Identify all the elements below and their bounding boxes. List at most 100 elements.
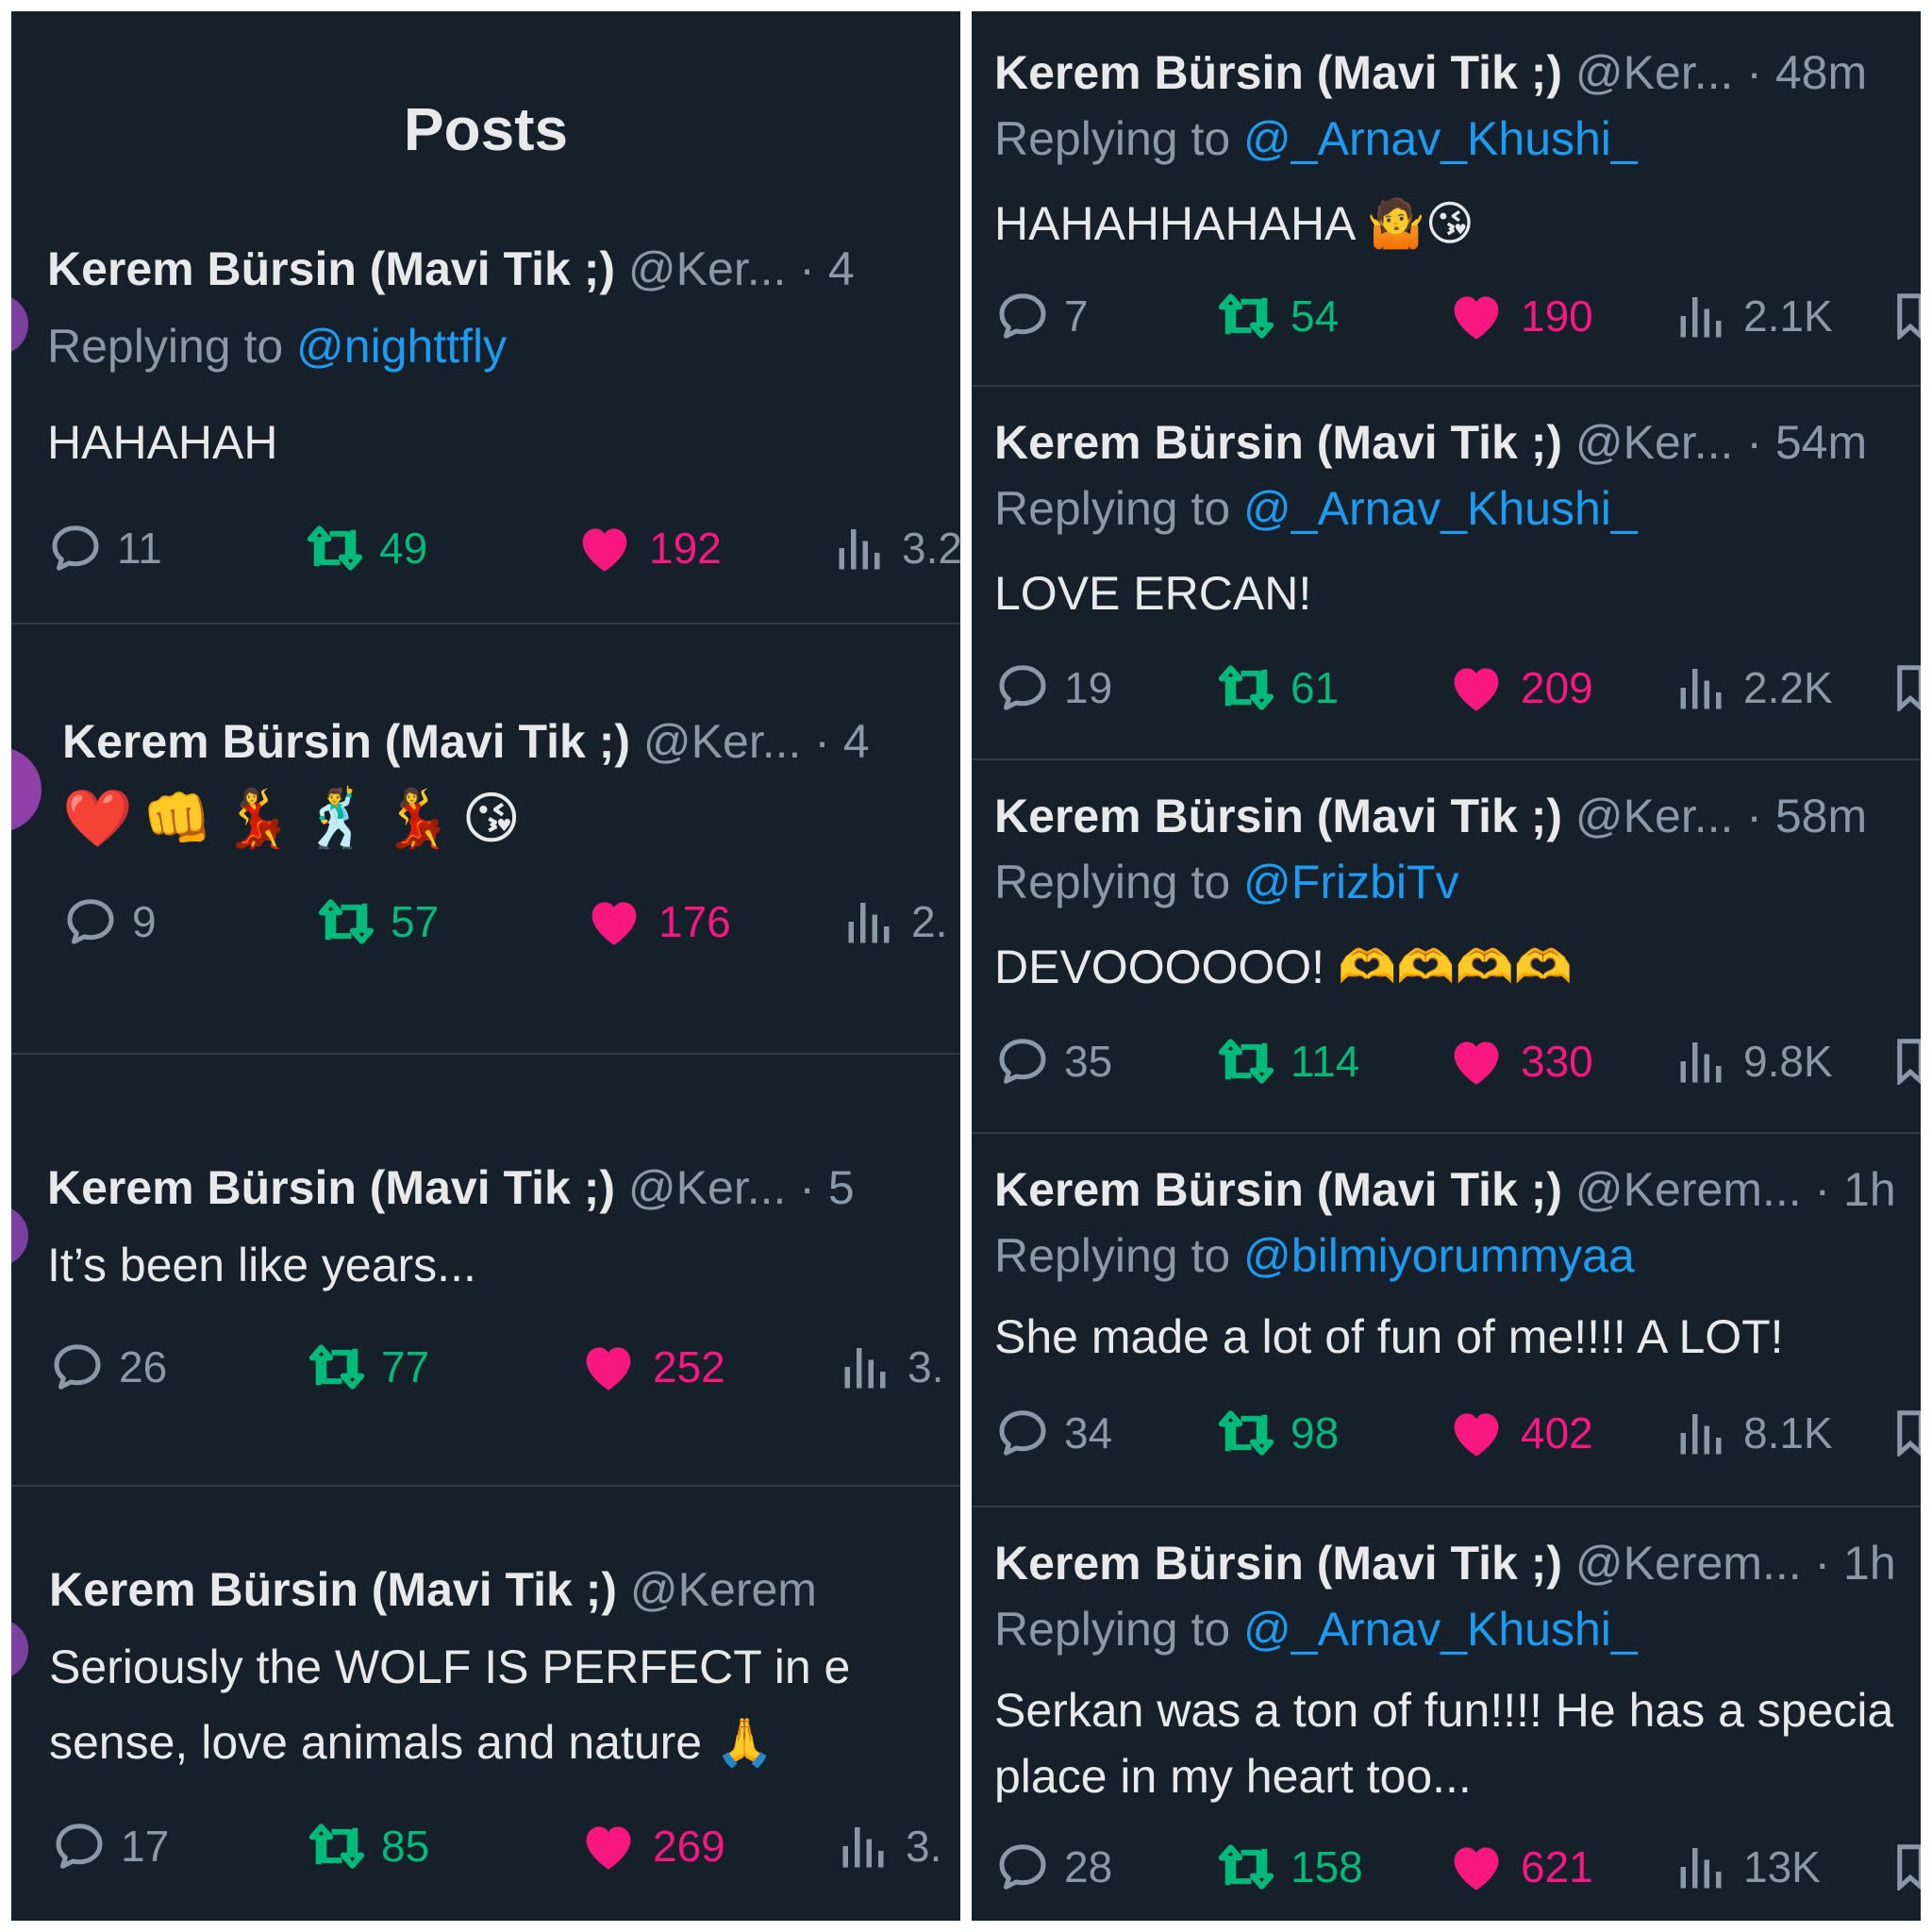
avatar[interactable] <box>11 1206 28 1266</box>
post-header: Kerem Bürsin (Mavi Tik ;) @Ker... · 5 <box>47 1160 855 1215</box>
author-name[interactable]: Kerem Bürsin (Mavi Tik ;) <box>47 242 615 295</box>
views-button[interactable]: 3.2 <box>832 515 960 581</box>
post[interactable]: Kerem Bürsin (Mavi Tik ;) @Ker... · 5 It… <box>11 1055 960 1485</box>
reply-button[interactable]: 19 <box>994 655 1112 721</box>
reply-button[interactable]: 28 <box>994 1834 1112 1900</box>
author-name[interactable]: Kerem Bürsin (Mavi Tik ;) <box>994 1163 1562 1216</box>
replying-to: Replying to @_Arnav_Khushi_ <box>994 111 1638 166</box>
like-icon <box>1445 657 1507 719</box>
post[interactable]: Kerem Bürsin (Mavi Tik ;) @Kerem... · 1h… <box>972 1507 1921 1921</box>
like-count: 176 <box>658 897 731 946</box>
author-name[interactable]: Kerem Bürsin (Mavi Tik ;) <box>994 1537 1562 1590</box>
author-name[interactable]: Kerem Bürsin (Mavi Tik ;) <box>994 416 1562 469</box>
author-name[interactable]: Kerem Bürsin (Mavi Tik ;) <box>49 1563 617 1616</box>
retweet-button[interactable]: 98 <box>1215 1400 1339 1466</box>
views-count: 8.1K <box>1743 1408 1833 1457</box>
views-button[interactable]: 13K <box>1674 1834 1821 1900</box>
retweet-count: 61 <box>1291 663 1340 712</box>
mention-link[interactable]: @_Arnav_Khushi_ <box>1243 482 1638 535</box>
post[interactable]: Kerem Bürsin (Mavi Tik ;) @Ker... · 4 ❤️… <box>11 625 960 1058</box>
retweet-button[interactable]: 158 <box>1215 1834 1363 1900</box>
author-name[interactable]: Kerem Bürsin (Mavi Tik ;) <box>994 46 1562 99</box>
retweet-button[interactable]: 77 <box>306 1334 429 1400</box>
like-icon <box>1445 1836 1507 1898</box>
views-button[interactable]: 2. <box>841 889 947 955</box>
mention-link[interactable]: @_Arnav_Khushi_ <box>1243 112 1638 165</box>
post[interactable]: Kerem Bürsin (Mavi Tik ;) @Kerem Serious… <box>11 1487 960 1921</box>
retweet-button[interactable]: 49 <box>304 515 427 581</box>
retweet-button[interactable]: 61 <box>1215 655 1339 721</box>
retweet-button[interactable]: 114 <box>1215 1028 1359 1094</box>
replying-label: Replying to <box>994 112 1244 165</box>
mention-link[interactable]: @bilmiyorummyaa <box>1243 1229 1635 1282</box>
views-button[interactable]: 2.2K <box>1674 655 1833 721</box>
reply-button[interactable]: 17 <box>51 1813 169 1879</box>
retweet-button[interactable]: 54 <box>1215 283 1339 349</box>
retweet-button[interactable]: 57 <box>315 889 439 955</box>
like-button[interactable]: 176 <box>583 889 731 955</box>
like-count: 269 <box>653 1822 725 1871</box>
like-button[interactable]: 402 <box>1445 1400 1593 1466</box>
views-icon <box>838 1339 894 1395</box>
like-button[interactable]: 330 <box>1445 1028 1593 1094</box>
avatar[interactable] <box>11 747 42 832</box>
reply-icon <box>994 1839 1051 1895</box>
post-text-line-2: place in my heart too... <box>994 1750 1472 1803</box>
like-button[interactable]: 269 <box>577 1813 725 1879</box>
post[interactable]: Kerem Bürsin (Mavi Tik ;) @Ker... · 54m … <box>972 387 1921 758</box>
bookmark-icon[interactable] <box>1896 664 1921 711</box>
like-count: 192 <box>649 524 722 573</box>
retweet-icon <box>1215 1836 1277 1898</box>
bookmark-icon[interactable] <box>1896 292 1921 340</box>
author-handle: @Ker... · 48m <box>1574 46 1868 99</box>
post-text: HAHAHHAHAHA 🤷😘 <box>994 197 1474 250</box>
mention-link[interactable]: @_Arnav_Khushi_ <box>1243 1603 1638 1656</box>
retweet-button[interactable]: 85 <box>306 1813 429 1879</box>
views-button[interactable]: 3. <box>836 1813 941 1879</box>
reply-button[interactable]: 7 <box>994 283 1089 349</box>
like-button[interactable]: 621 <box>1445 1834 1593 1900</box>
avatar[interactable] <box>11 1619 28 1679</box>
like-icon <box>1445 1402 1507 1464</box>
left-screenshot-panel: Posts Kerem Bürsin (Mavi Tik ;) @Ker... … <box>11 11 960 1921</box>
bookmark-icon[interactable] <box>1896 1038 1921 1085</box>
reply-button[interactable]: 26 <box>49 1334 167 1400</box>
reply-icon <box>49 1339 106 1395</box>
like-button[interactable]: 192 <box>574 515 722 581</box>
avatar[interactable] <box>11 294 28 355</box>
mention-link[interactable]: @FrizbiTv <box>1243 856 1459 908</box>
post[interactable]: Kerem Bürsin (Mavi Tik ;) @Ker... · 48m … <box>972 11 1921 385</box>
post[interactable]: Kerem Bürsin (Mavi Tik ;) @Ker... · 4 Re… <box>11 11 960 634</box>
author-name[interactable]: Kerem Bürsin (Mavi Tik ;) <box>47 1161 615 1214</box>
retweet-icon <box>304 517 366 579</box>
views-button[interactable]: 8.1K <box>1674 1400 1833 1466</box>
bookmark-icon[interactable] <box>1896 1843 1921 1890</box>
views-icon <box>1674 1033 1730 1090</box>
reply-button[interactable]: 34 <box>994 1400 1112 1466</box>
reply-count: 17 <box>121 1822 170 1871</box>
bookmark-icon[interactable] <box>1896 1409 1921 1457</box>
retweet-count: 85 <box>381 1822 430 1871</box>
like-button[interactable]: 252 <box>577 1334 725 1400</box>
reply-button[interactable]: 35 <box>994 1028 1112 1094</box>
author-name[interactable]: Kerem Bürsin (Mavi Tik ;) <box>994 790 1562 842</box>
post-header: Kerem Bürsin (Mavi Tik ;) @Ker... · 4 <box>47 242 855 296</box>
post-actions: 11 49 192 3.2 <box>11 515 960 581</box>
like-button[interactable]: 209 <box>1445 655 1593 721</box>
views-count: 2. <box>911 897 948 946</box>
post-text: LOVE ERCAN! <box>994 567 1312 620</box>
replying-to: Replying to @nighttfly <box>47 319 507 374</box>
views-button[interactable]: 2.1K <box>1674 283 1833 349</box>
like-button[interactable]: 190 <box>1445 283 1593 349</box>
views-button[interactable]: 9.8K <box>1674 1028 1833 1094</box>
author-handle: @Kerem... · 1h <box>1574 1537 1896 1590</box>
reply-button[interactable]: 11 <box>47 515 162 581</box>
author-name[interactable]: Kerem Bürsin (Mavi Tik ;) <box>62 715 630 768</box>
views-button[interactable]: 3. <box>838 1334 943 1400</box>
like-icon <box>577 1815 640 1877</box>
reply-icon <box>994 1405 1051 1461</box>
post[interactable]: Kerem Bürsin (Mavi Tik ;) @Ker... · 58m … <box>972 760 1921 1132</box>
post[interactable]: Kerem Bürsin (Mavi Tik ;) @Kerem... · 1h… <box>972 1134 1921 1506</box>
reply-button[interactable]: 9 <box>62 889 157 955</box>
mention-link[interactable]: @nighttfly <box>296 320 507 373</box>
